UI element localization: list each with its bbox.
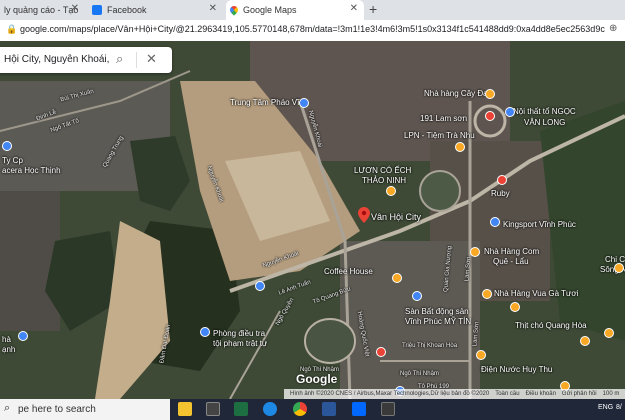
taskbar-search-placeholder[interactable]: pe here to search: [18, 404, 96, 415]
place-pin-icon[interactable]: [376, 347, 386, 357]
place-label[interactable]: Quê - Lẩu: [493, 257, 529, 266]
add-bookmark-icon[interactable]: ⊕: [609, 23, 617, 34]
place-pin-icon[interactable]: [299, 98, 309, 108]
road-label: Ngô Thì Nhậm: [400, 371, 439, 377]
place-pin-icon[interactable]: [200, 327, 210, 337]
place-label[interactable]: Nhà hàng Cây Đa: [424, 89, 488, 98]
google-logo: Google: [296, 372, 338, 386]
place-pin-icon[interactable]: [580, 336, 590, 346]
place-pin-icon[interactable]: [386, 186, 396, 196]
place-label[interactable]: Nội thất tổ NGỌC: [513, 107, 576, 116]
place-label[interactable]: Coffee House: [324, 267, 373, 276]
place-pin-icon[interactable]: [510, 302, 520, 312]
browser-tab-bar: ly quảng cáo - Tạo ✕ Facebook ✕ Google M…: [0, 0, 625, 20]
search-icon: ⌕: [4, 402, 11, 414]
file-explorer-icon[interactable]: [178, 402, 192, 416]
place-label[interactable]: Sàn Bất động sản: [405, 307, 469, 316]
place-pin-icon[interactable]: [490, 217, 500, 227]
place-pin-icon[interactable]: [604, 328, 614, 338]
satellite-map[interactable]: Trung Tâm Pháo Vĩ Nhà hàng Cây Đa 191 La…: [0, 41, 625, 399]
zalo-icon[interactable]: [352, 402, 366, 416]
facebook-icon: [92, 5, 102, 15]
clock[interactable]: 8/: [616, 404, 622, 411]
place-pin-icon[interactable]: [482, 289, 492, 299]
place-pin-icon[interactable]: [485, 111, 495, 121]
search-divider: [136, 52, 137, 68]
store-icon[interactable]: [206, 402, 220, 416]
map-search-box[interactable]: Hội City, Nguyễn Khoái, Vĩnh ⌕ ✕: [0, 47, 172, 73]
place-label[interactable]: LƯƠN CÓ ẾCH: [354, 166, 411, 175]
place-label[interactable]: Ruby: [491, 189, 510, 198]
map-attribution: Hình ảnh ©2020 CNES / Airbus,Maxar Techn…: [284, 389, 625, 399]
word-icon[interactable]: [322, 402, 336, 416]
place-pin-icon[interactable]: [485, 89, 495, 99]
place-label[interactable]: tội phạm trật tự: [213, 339, 267, 348]
close-icon[interactable]: ✕: [146, 51, 157, 67]
scale-label: 100 m: [602, 391, 620, 397]
tab-google-maps[interactable]: Google Maps ✕: [226, 0, 364, 20]
place-pin-icon[interactable]: [505, 107, 515, 117]
tab-google-maps-title: Google Maps: [243, 5, 297, 15]
terms-link[interactable]: Toàn cầu: [495, 391, 519, 397]
place-label[interactable]: Phòng điều tra: [213, 329, 265, 338]
place-label[interactable]: THẢO NINH: [362, 176, 406, 185]
privacy-link[interactable]: Điều khoản: [526, 391, 556, 397]
feedback-link[interactable]: Gửi phản hồi: [562, 391, 597, 397]
place-pin-icon[interactable]: [470, 247, 480, 257]
place-pin-icon[interactable]: [476, 350, 486, 360]
place-label[interactable]: Trung Tâm Pháo Vĩ: [230, 98, 299, 107]
language-indicator[interactable]: ENG: [598, 404, 613, 411]
place-label[interactable]: Điện Nước Huy Thu: [481, 365, 552, 374]
place-label[interactable]: Ty Cp: [2, 156, 23, 165]
selected-place-pin-icon[interactable]: [358, 207, 370, 223]
url-text[interactable]: google.com/maps/place/Vân+Hội+City/@21.2…: [20, 24, 605, 34]
search-input[interactable]: Hội City, Nguyễn Khoái, Vĩnh: [4, 54, 112, 65]
close-tab-icon[interactable]: ✕: [209, 3, 217, 14]
place-label[interactable]: Chi C: [605, 255, 625, 264]
road-label: Triệu Thị Khoan Hòa: [402, 343, 458, 349]
place-pin-icon[interactable]: [455, 142, 465, 152]
close-tab-icon[interactable]: ✕: [350, 3, 358, 14]
place-label[interactable]: LPN - Tiệm Trà Nhu: [404, 131, 475, 140]
place-pin-icon[interactable]: [392, 273, 402, 283]
place-label[interactable]: acera Học Thịnh: [2, 166, 61, 175]
place-label[interactable]: Kingsport Vĩnh Phúc: [503, 220, 576, 229]
selected-place-label[interactable]: Vân Hội City: [371, 212, 421, 222]
place-label[interactable]: Nhà Hàng Com: [484, 247, 539, 256]
place-label[interactable]: Vĩnh Phúc MỸ TÍN: [405, 317, 471, 326]
place-label[interactable]: hà: [2, 335, 11, 344]
imagery-credit: Hình ảnh ©2020 CNES / Airbus,Maxar Techn…: [290, 391, 490, 397]
place-label[interactable]: 191 Lam sơn: [420, 114, 467, 123]
place-pin-icon[interactable]: [2, 141, 12, 151]
tab-facebook[interactable]: Facebook ✕: [88, 0, 223, 20]
new-tab-button[interactable]: +: [369, 1, 377, 17]
place-label[interactable]: ạnh: [2, 345, 15, 354]
place-pin-icon[interactable]: [412, 291, 422, 301]
app-icon[interactable]: [381, 402, 395, 416]
address-bar[interactable]: 🔒 google.com/maps/place/Vân+Hội+City/@21…: [0, 20, 625, 42]
place-label[interactable]: Nhà Hàng Vua Gà Tươi: [494, 289, 578, 298]
chrome-icon[interactable]: [293, 402, 307, 416]
place-label[interactable]: VÂN LONG: [524, 118, 565, 127]
place-label[interactable]: Thịt chó Quang Hòa: [515, 321, 587, 330]
close-tab-icon[interactable]: ✕: [71, 3, 79, 14]
place-pin-icon[interactable]: [18, 331, 28, 341]
search-icon[interactable]: ⌕: [116, 51, 123, 67]
edge-icon[interactable]: [263, 402, 277, 416]
tab-ads[interactable]: ly quảng cáo - Tạo ✕: [0, 0, 85, 20]
tab-ads-title: ly quảng cáo - Tạo: [4, 5, 79, 15]
place-pin-icon[interactable]: [497, 175, 507, 185]
maps-icon: [228, 4, 240, 16]
taskbar-search[interactable]: ⌕ pe here to search: [0, 399, 170, 420]
place-pin-icon[interactable]: [614, 263, 624, 273]
excel-icon[interactable]: [234, 402, 248, 416]
lock-icon[interactable]: 🔒: [6, 24, 17, 35]
tab-facebook-title: Facebook: [107, 5, 147, 15]
windows-taskbar: ⌕ pe here to search ENG 8/: [0, 399, 625, 420]
place-pin-icon[interactable]: [255, 281, 265, 291]
